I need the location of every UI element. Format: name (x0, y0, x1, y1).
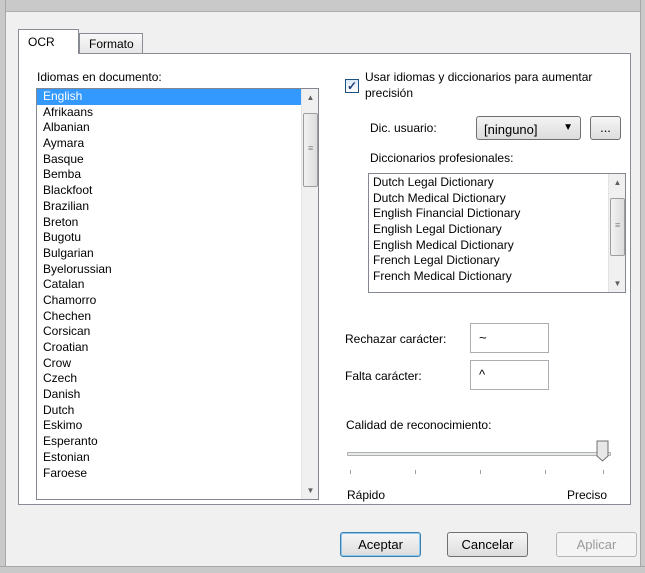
pro-dict-item[interactable]: Dutch Legal Dictionary (369, 175, 607, 191)
slider-tick (545, 470, 546, 474)
window-frame-right (640, 0, 645, 573)
missing-char-input[interactable]: ^ (470, 360, 549, 390)
language-item[interactable]: Bulgarian (37, 246, 301, 262)
slider-tick (350, 470, 351, 474)
scroll-up-icon[interactable]: ▲ (609, 174, 625, 191)
language-item[interactable]: Dutch (37, 403, 301, 419)
grip-icon: ≡ (308, 143, 314, 153)
language-item[interactable]: Danish (37, 387, 301, 403)
languages-scrollbar[interactable]: ▲ ≡ ▼ (301, 89, 318, 499)
tab-formato-label: Formato (89, 37, 134, 51)
languages-list[interactable]: English Afrikaans Albanian Aymara Basque Bemb… (36, 88, 319, 500)
tab-ocr-label: OCR (28, 35, 55, 49)
use-dictionaries-label-2: precisión (365, 86, 414, 100)
language-item[interactable]: Czech (37, 371, 301, 387)
pro-dicts-list[interactable]: Dutch Legal Dictionary Dutch Medical Dict… (368, 173, 626, 293)
user-dict-browse-button[interactable]: ... (590, 116, 621, 140)
language-item[interactable]: Afrikaans (37, 105, 301, 121)
quality-label: Calidad de reconocimiento: (346, 418, 492, 432)
language-item[interactable]: Faroese (37, 466, 301, 482)
pro-dicts-scrollbar[interactable]: ▲ ≡ ▼ (608, 174, 625, 292)
language-item[interactable]: Byelorussian (37, 262, 301, 278)
tab-ocr[interactable]: OCR (18, 29, 79, 54)
reject-char-label: Rechazar carácter: (345, 332, 447, 346)
language-item[interactable]: Blackfoot (37, 183, 301, 199)
quality-slider-track[interactable] (347, 452, 611, 456)
window-frame-top (0, 0, 645, 12)
language-item[interactable]: Aymara (37, 136, 301, 152)
slider-tick (415, 470, 416, 474)
language-item[interactable]: Corsican (37, 324, 301, 340)
language-item[interactable]: Chechen (37, 309, 301, 325)
user-dict-label: Dic. usuario: (370, 121, 437, 135)
language-item[interactable]: Catalan (37, 277, 301, 293)
pro-dict-item[interactable]: French Medical Dictionary (369, 269, 607, 285)
pro-dict-item[interactable]: English Financial Dictionary (369, 206, 607, 222)
window-frame-bottom (0, 566, 645, 573)
cancel-button[interactable]: Cancelar (447, 532, 528, 557)
scroll-up-icon[interactable]: ▲ (302, 89, 318, 106)
language-item[interactable]: Breton (37, 215, 301, 231)
language-item[interactable]: Crow (37, 356, 301, 372)
language-item[interactable]: Eskimo (37, 418, 301, 434)
language-item[interactable]: Basque (37, 152, 301, 168)
languages-items: English Afrikaans Albanian Aymara Basque Bemb… (37, 89, 301, 481)
scroll-down-icon[interactable]: ▼ (302, 482, 318, 499)
divider (336, 310, 623, 311)
language-item[interactable]: English (37, 89, 301, 105)
language-item[interactable]: Esperanto (37, 434, 301, 450)
user-dict-value: [ninguno] (484, 122, 538, 137)
pro-dicts-items: Dutch Legal Dictionary Dutch Medical Dict… (369, 175, 607, 285)
chevron-down-icon: ▼ (563, 122, 573, 133)
grip-icon: ≡ (615, 220, 621, 230)
quality-slider-thumb[interactable] (596, 440, 609, 462)
pro-dicts-label: Diccionarios profesionales: (370, 151, 514, 165)
checkmark-icon: ✓ (346, 79, 358, 93)
quality-min-label: Rápido (347, 488, 386, 502)
pro-dict-item[interactable]: English Medical Dictionary (369, 238, 607, 254)
user-dict-select[interactable]: [ninguno] ▼ (476, 116, 581, 140)
use-dictionaries-label: Usar idiomas y diccionarios para aumenta… (365, 70, 593, 84)
pro-dict-item[interactable]: Dutch Medical Dictionary (369, 191, 607, 207)
divider (336, 404, 623, 405)
slider-tick (480, 470, 481, 474)
language-item[interactable]: Croatian (37, 340, 301, 356)
slider-tick (603, 470, 604, 474)
language-item[interactable]: Albanian (37, 120, 301, 136)
apply-button[interactable]: Aplicar (556, 532, 637, 557)
pro-dict-item[interactable]: French Legal Dictionary (369, 253, 607, 269)
scroll-down-icon[interactable]: ▼ (609, 275, 625, 292)
use-dictionaries-checkbox[interactable]: ✓ (345, 79, 359, 93)
language-item[interactable]: Estonian (37, 450, 301, 466)
window-frame-left (0, 0, 6, 573)
missing-char-label: Falta carácter: (345, 369, 422, 383)
reject-char-input[interactable]: ~ (470, 323, 549, 353)
tab-formato[interactable]: Formato (79, 33, 143, 54)
scroll-thumb[interactable]: ≡ (303, 113, 318, 187)
accept-button[interactable]: Aceptar (340, 532, 421, 557)
language-item[interactable]: Brazilian (37, 199, 301, 215)
pro-dict-item[interactable]: English Legal Dictionary (369, 222, 607, 238)
language-item[interactable]: Chamorro (37, 293, 301, 309)
language-item[interactable]: Bugotu (37, 230, 301, 246)
languages-label: Idiomas en documento: (37, 70, 162, 84)
scroll-thumb[interactable]: ≡ (610, 198, 625, 256)
quality-max-label: Preciso (567, 488, 608, 502)
language-item[interactable]: Bemba (37, 167, 301, 183)
